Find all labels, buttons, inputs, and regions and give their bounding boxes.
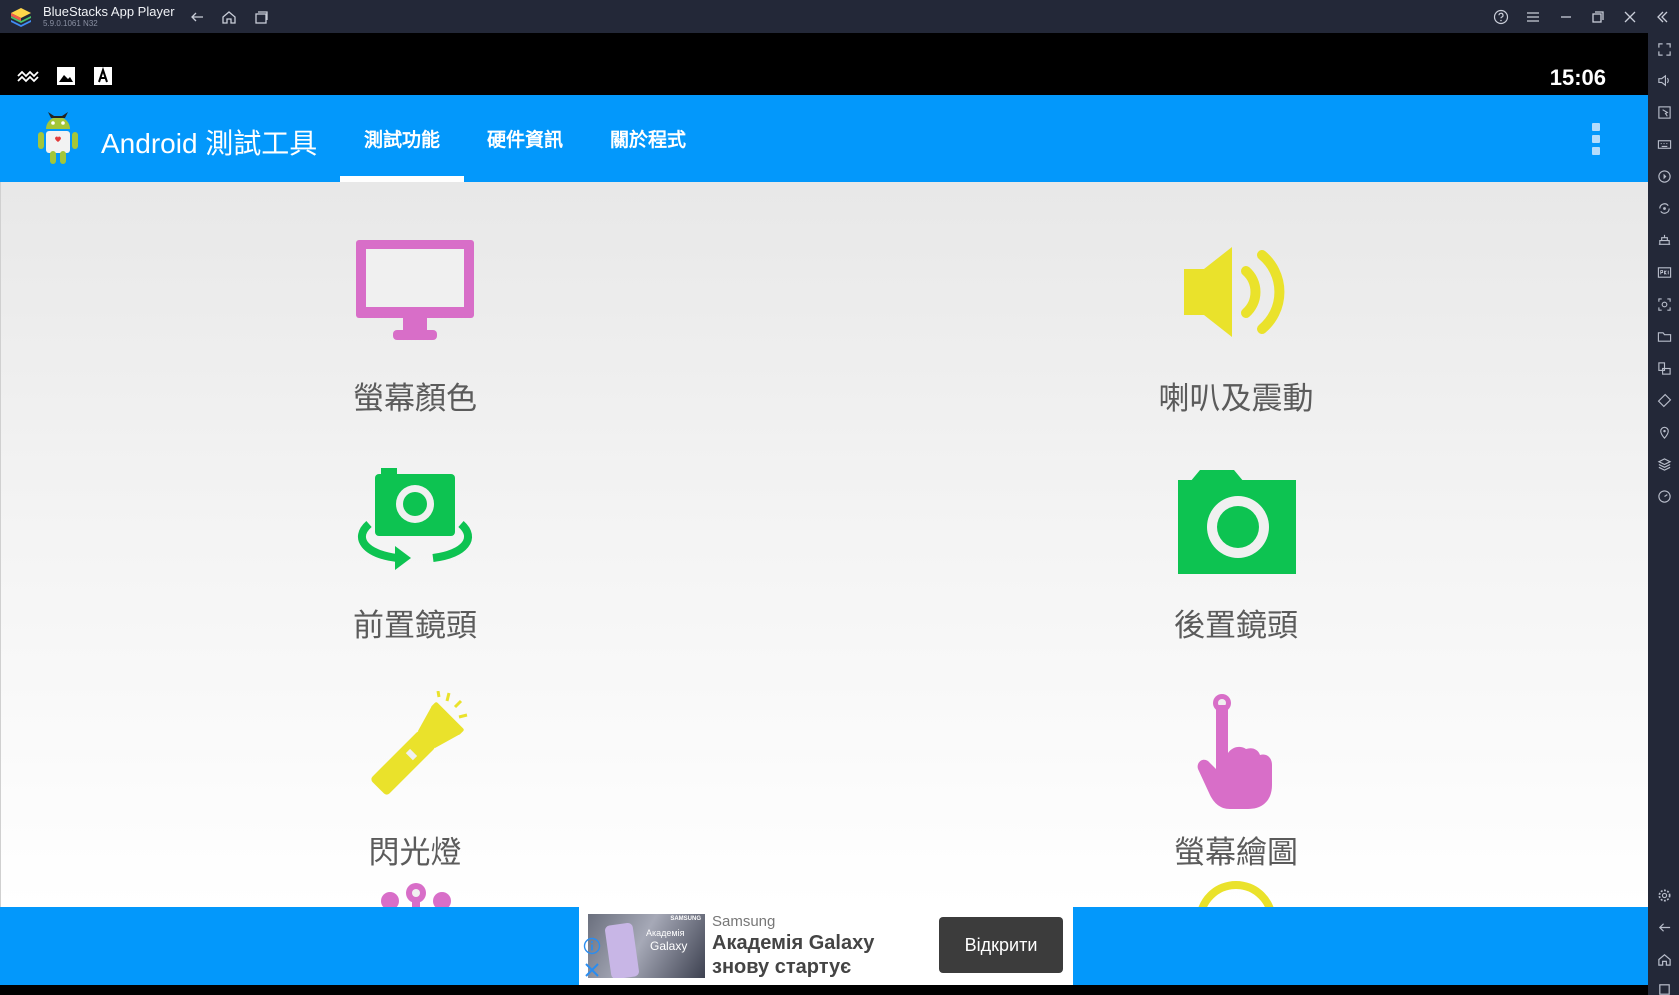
sensor-ring-icon [1198,881,1274,907]
test-tile-rear-camera[interactable]: 後置鏡頭 [1116,464,1356,674]
location-icon[interactable] [1654,422,1674,442]
restore-icon[interactable] [1587,6,1609,28]
bluestacks-window: BlueStacks App Player 5.9.0.1061 N32 15:… [0,0,1679,995]
layers-icon[interactable] [1654,454,1674,474]
help-icon[interactable] [1490,6,1512,28]
ad-image-brand: SAMSUNG [670,916,701,922]
tab-test-functions[interactable]: 測試功能 [364,125,440,152]
image-notification-icon [57,67,75,85]
speaker-icon [1184,247,1285,337]
ad-banner-area: SAMSUNG Академія Galaxy Samsung Академія… [0,907,1648,985]
ad-advertiser: Samsung [712,913,776,930]
close-icon[interactable] [1619,6,1641,28]
test-label: 閃光燈 [368,835,462,870]
sync-icon[interactable] [1654,198,1674,218]
back-arrow-icon[interactable] [186,6,208,28]
ad-image-title-1: Академія [646,928,685,938]
no-signal-icon [17,70,39,83]
status-bar: 15:06 [0,33,1648,95]
ad-info-icon[interactable] [583,937,601,955]
screenshot-icon[interactable] [1654,294,1674,314]
rear-camera-icon [1178,470,1296,574]
ad-banner[interactable]: SAMSUNG Академія Galaxy Samsung Академія… [579,907,1073,985]
recent-apps-icon[interactable] [250,6,272,28]
ad-close-icon[interactable] [583,961,601,979]
app-title: Android 測試工具 [101,128,318,159]
ad-image[interactable]: SAMSUNG Академія Galaxy [588,914,705,978]
test-label: 前置鏡頭 [353,608,477,643]
menu-icon[interactable] [1522,6,1544,28]
monitor-icon [356,240,474,340]
tab-about[interactable]: 關於程式 [610,125,686,152]
app-toolbar: Android 測試工具 測試功能 硬件資訊 關於程式 [0,95,1648,182]
window-title: BlueStacks App Player [43,4,175,19]
ad-headline[interactable]: Академія Galaxy знову стартує [712,931,922,979]
status-clock: 15:06 [1549,65,1606,90]
home-icon[interactable] [218,6,240,28]
ad-image-title-2: Galaxy [650,939,688,953]
android-home-icon[interactable] [1654,949,1674,969]
multi-touch-icon [381,883,451,907]
test-tile-speaker-vibration[interactable]: 喇叭及震動 [1116,237,1356,447]
test-tile-front-camera[interactable]: 前置鏡頭 [295,464,535,674]
test-label: 螢幕顏色 [353,381,477,416]
window-title-bar: BlueStacks App Player 5.9.0.1061 N32 [0,0,1679,33]
font-notification-icon [94,66,112,85]
front-camera-icon [358,468,472,570]
tab-hardware-info[interactable]: 硬件資訊 [487,125,563,152]
window-version: 5.9.0.1061 N32 [43,19,98,28]
performance-icon[interactable] [1654,486,1674,506]
flashlight-icon [371,691,468,795]
volume-icon[interactable] [1654,70,1674,90]
overflow-menu-icon[interactable] [1589,119,1603,159]
keyboard-icon[interactable] [1654,134,1674,154]
test-tile-flashlight[interactable]: 閃光燈 [295,691,535,901]
apk-install-icon[interactable] [1654,262,1674,282]
ad-open-button[interactable]: Відкрити [939,917,1063,973]
test-tile-screen-color[interactable]: 螢幕顏色 [295,237,535,447]
ad-phone-graphic [604,922,640,978]
pointer-icon[interactable] [1654,102,1674,122]
android-screen: 15:06 Android 測試工具 測試功能 硬件資訊 關於程式 螢幕顏色 喇… [0,33,1648,995]
test-function-grid: 螢幕顏色 喇叭及震動 前置鏡頭 後置鏡頭 閃光燈 螢幕繪圖 [0,182,1648,907]
settings-icon[interactable] [1654,885,1674,905]
eco-mode-icon[interactable] [1654,230,1674,250]
bluestacks-sidebar [1648,33,1679,995]
fullscreen-icon[interactable] [1654,39,1674,59]
bluestacks-logo-icon [11,8,31,27]
macro-icon[interactable] [1654,166,1674,186]
rotate-icon[interactable] [1654,390,1674,410]
minimize-icon[interactable] [1555,6,1577,28]
test-label: 後置鏡頭 [1174,608,1298,643]
test-tile-screen-drawing[interactable]: 螢幕繪圖 [1116,691,1356,901]
test-label: 喇叭及震動 [1158,381,1314,416]
touch-hand-icon [1197,694,1272,809]
android-recents-icon[interactable] [1654,979,1674,995]
folder-icon[interactable] [1654,326,1674,346]
android-robot-logo-icon [38,112,78,164]
test-label: 螢幕繪圖 [1174,835,1298,870]
android-back-icon[interactable] [1654,917,1674,937]
collapse-sidebar-icon[interactable] [1651,6,1673,28]
multi-instance-icon[interactable] [1654,358,1674,378]
